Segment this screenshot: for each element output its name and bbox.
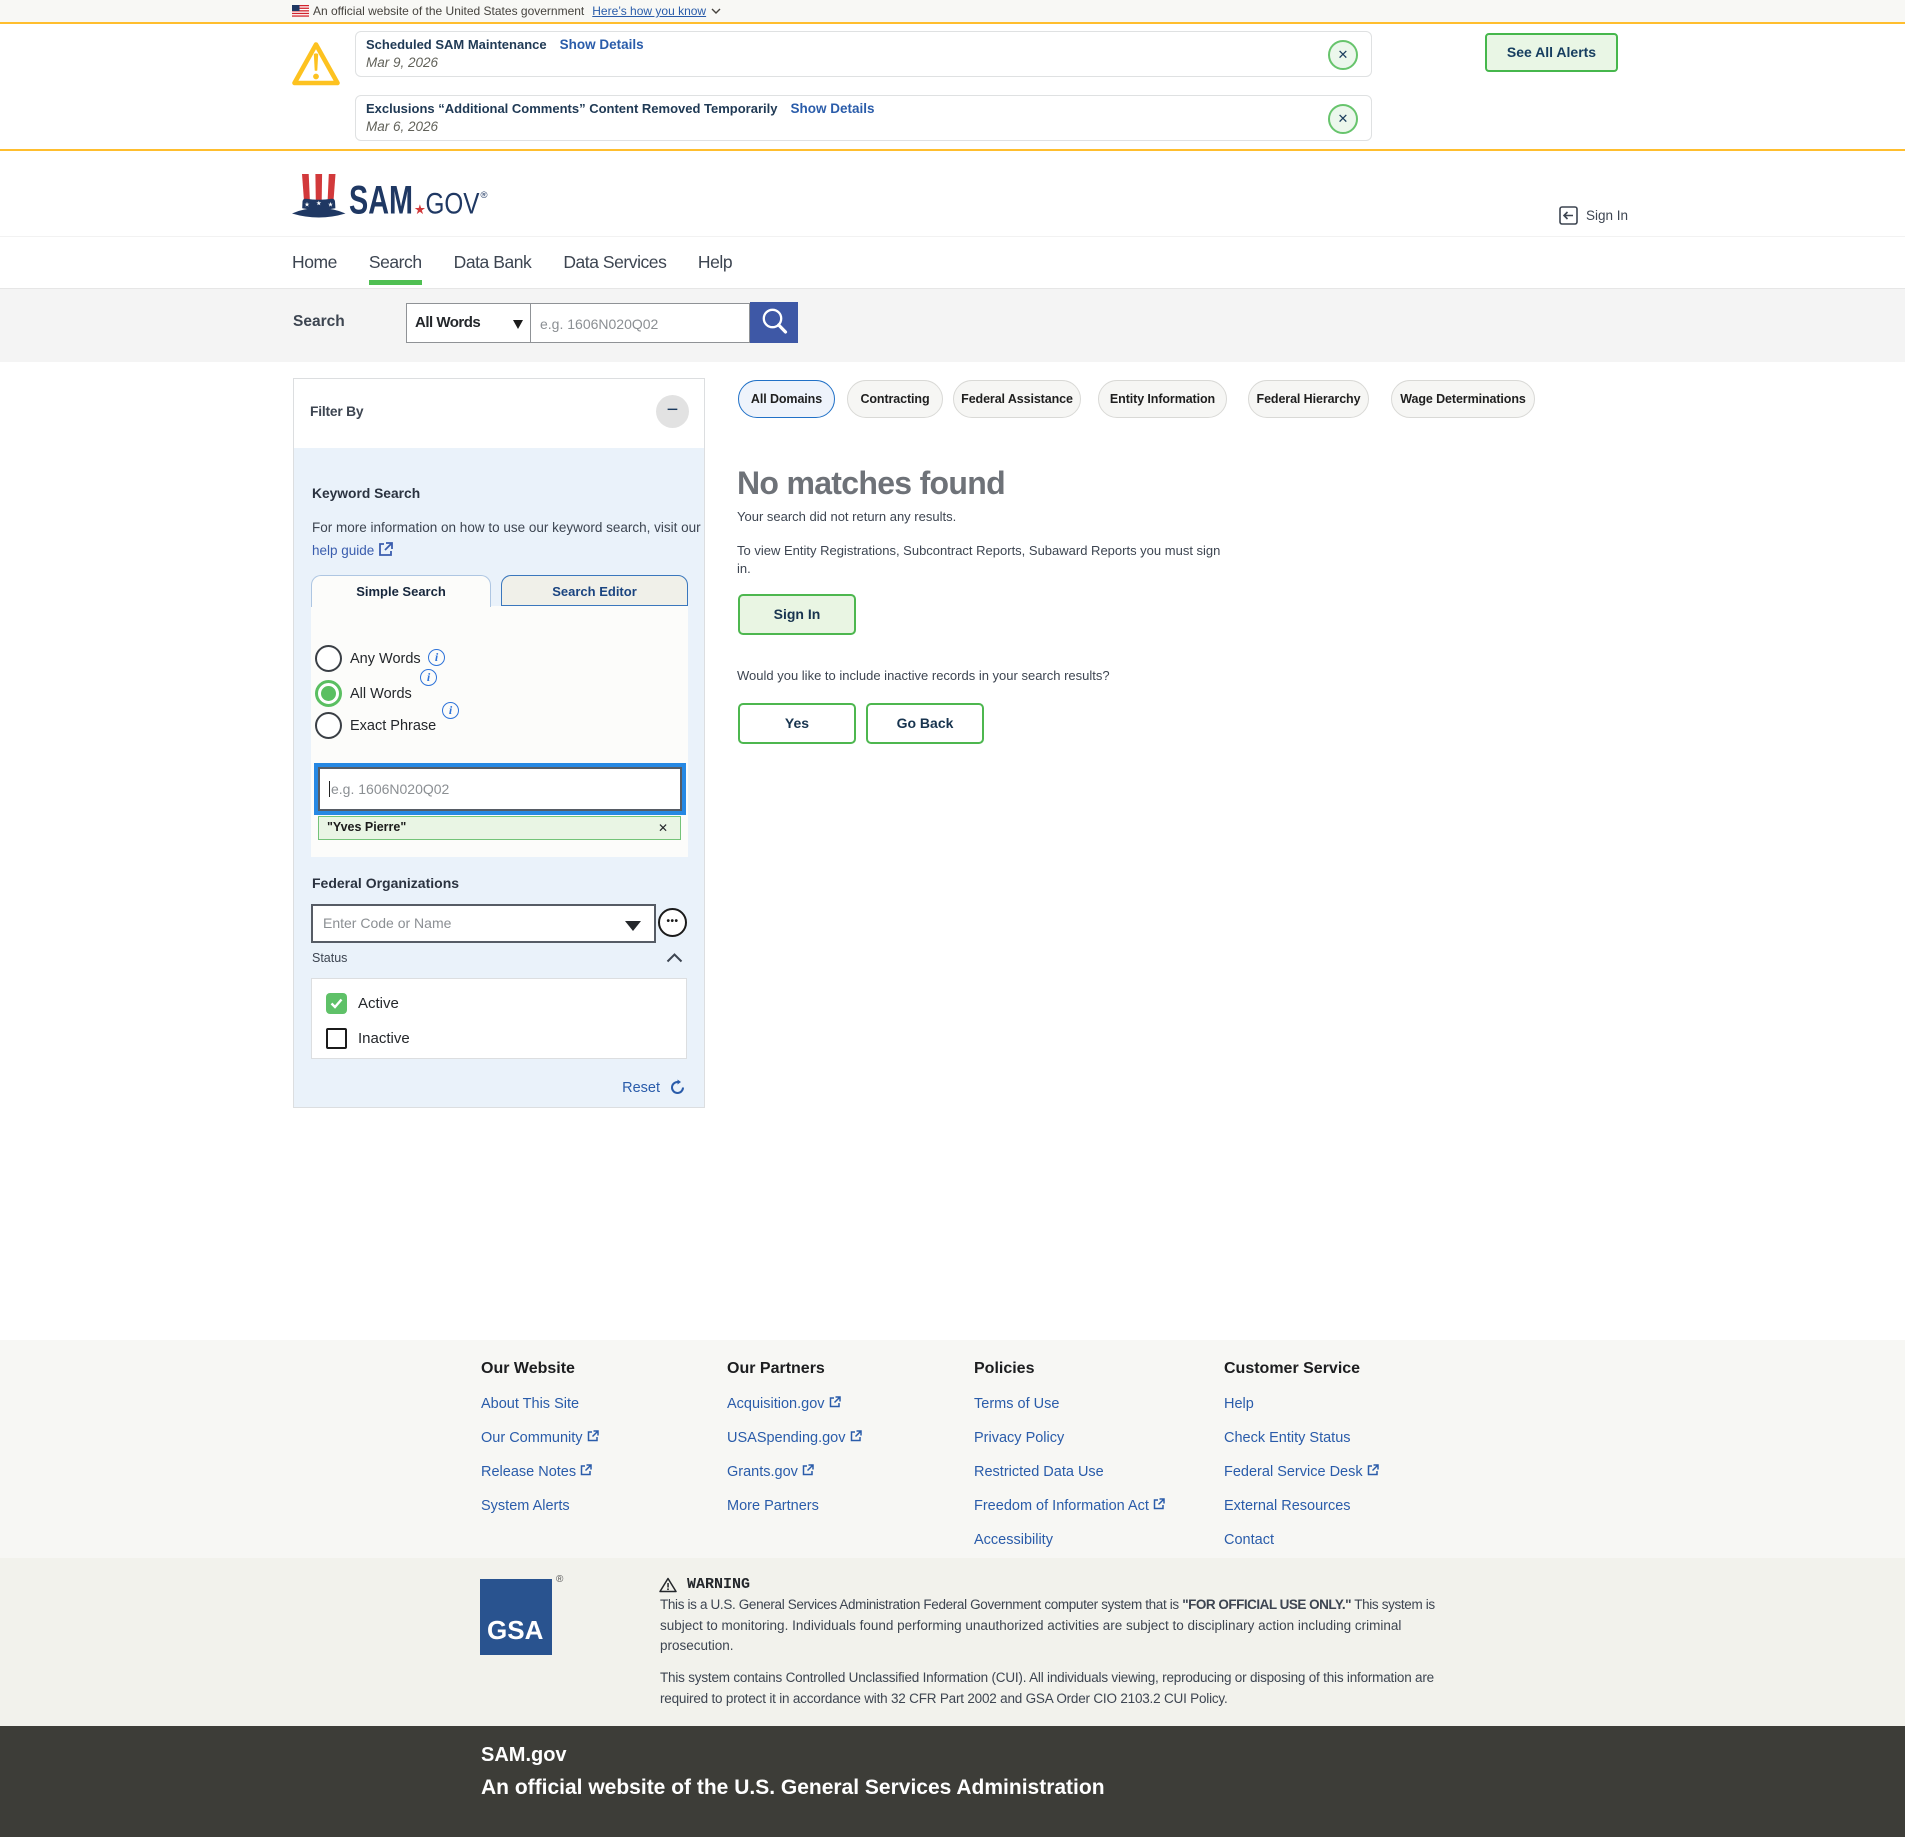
svg-text:SAM: SAM xyxy=(349,179,413,222)
svg-text:GOV: GOV xyxy=(426,188,480,221)
svg-text:®: ® xyxy=(481,190,488,201)
